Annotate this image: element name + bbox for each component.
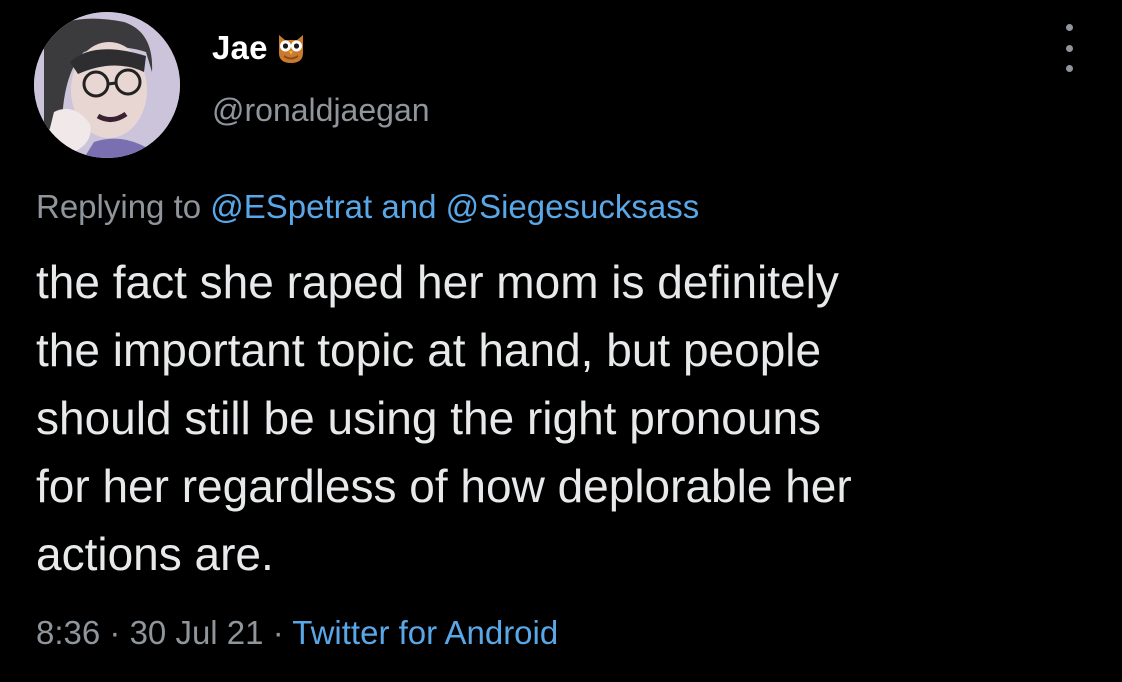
dot [1065, 24, 1073, 31]
display-name-row: Jae [212, 26, 308, 70]
replying-to-row: Replying to @ESpetrat and @Siegesucksass [36, 188, 699, 226]
tweet-text-line: should still be using the right pronouns [36, 392, 822, 444]
owl-emoji-icon [274, 31, 308, 65]
tweet-time[interactable]: 8:36 [36, 614, 100, 651]
tweet-card: Jae @ronaldjaegan Replying to @ESpetrat … [0, 0, 1122, 682]
tweet-date[interactable]: 30 Jul 21 [130, 614, 264, 651]
user-handle[interactable]: @ronaldjaegan [212, 92, 430, 129]
mention-link[interactable]: @ESpetrat [210, 188, 372, 225]
tweet-text-line: the important topic at hand, but people [36, 324, 822, 376]
meta-separator: · [272, 614, 284, 651]
tweet-source-link[interactable]: Twitter for Android [292, 614, 558, 651]
replying-to-label: Replying to [36, 188, 202, 225]
tweet-text-line: the fact she raped her mom is definitely [36, 256, 839, 308]
dot [1065, 65, 1073, 72]
tweet-meta: 8:36 · 30 Jul 21 · Twitter for Android [36, 614, 558, 652]
avatar[interactable] [34, 12, 180, 158]
tweet-text: the fact she raped her mom is definitely… [36, 248, 1096, 588]
mention-link[interactable]: @Siegesucksass [446, 188, 700, 225]
meta-separator: · [109, 614, 121, 651]
tweet-text-line: actions are. [36, 528, 274, 580]
tweet-text-line: for her regardless of how deplorable her [36, 460, 852, 512]
more-vertical-icon[interactable] [1058, 24, 1080, 72]
mention-conjunction: and [381, 188, 437, 225]
dot [1065, 44, 1073, 52]
avatar-illustration [34, 12, 180, 158]
display-name[interactable]: Jae [212, 29, 268, 67]
